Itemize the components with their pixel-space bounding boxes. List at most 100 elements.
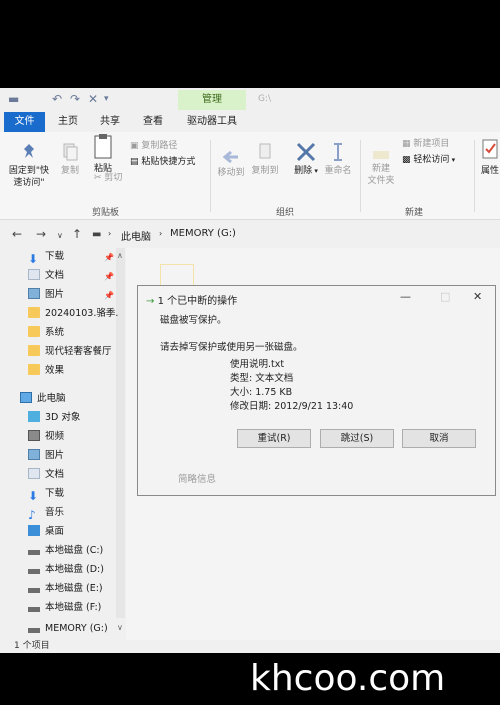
- file-type: 类型: 文本文档: [230, 373, 294, 384]
- pin-icon: 📌: [104, 253, 114, 262]
- document-icon: [28, 468, 40, 479]
- back-arrow-icon[interactable]: ←: [12, 227, 22, 241]
- pictures-icon: [28, 288, 40, 299]
- up-arrow-icon[interactable]: ↑: [72, 227, 82, 241]
- tab-file[interactable]: 文件: [4, 112, 45, 132]
- forward-arrow-icon[interactable]: →: [36, 227, 46, 241]
- file-name: 使用说明.txt: [230, 359, 285, 370]
- sidebar-item-drive-e[interactable]: 本地磁盘 (E:): [28, 580, 118, 598]
- sidebar-item-label: 本地磁盘 (C:): [45, 545, 104, 556]
- tab-drive-tools[interactable]: 驱动器工具: [187, 114, 237, 130]
- cut-button[interactable]: ✂ 剪切: [94, 172, 122, 184]
- sidebar-item-label: 桌面: [45, 526, 65, 537]
- move-to-button[interactable]: 移动到: [216, 150, 246, 179]
- delete-label: 删除: [294, 166, 313, 176]
- sidebar-item-label: 20240103.骆季...: [45, 308, 118, 319]
- computer-icon: [20, 392, 32, 403]
- group-new: 新建: [405, 208, 424, 218]
- maximize-icon: □: [440, 290, 451, 303]
- copy-button[interactable]: 复制: [56, 142, 84, 177]
- 3d-objects-icon: [28, 411, 40, 422]
- fewer-details-link[interactable]: 简略信息: [178, 471, 216, 485]
- sidebar-item-drive-d[interactable]: 本地磁盘 (D:): [28, 561, 118, 579]
- sidebar-item-desktop[interactable]: 桌面: [28, 523, 118, 541]
- redo-icon[interactable]: ↷: [70, 93, 80, 105]
- rename-button[interactable]: 重命名: [322, 142, 354, 177]
- paste-shortcut-button[interactable]: ▤ 粘贴快捷方式: [130, 156, 195, 168]
- breadcrumb-separator-icon: ›: [159, 229, 163, 238]
- easy-access-button[interactable]: ▩ 轻松访问 ▾: [402, 154, 455, 166]
- sidebar-item-documents[interactable]: 文档: [28, 466, 118, 484]
- undo-icon[interactable]: ↶: [52, 93, 62, 105]
- sidebar-item-label: 效果: [45, 365, 65, 376]
- folder-icon: [28, 345, 40, 356]
- folder-icon: [28, 307, 40, 318]
- pin-quick-access-button[interactable]: 固定到"快 速访问": [6, 142, 52, 189]
- skip-button[interactable]: 跳过(S): [320, 429, 394, 448]
- paste-shortcut-label: 粘贴快捷方式: [141, 157, 196, 167]
- close-icon[interactable]: ✕: [473, 290, 482, 303]
- sidebar-item-drive-g[interactable]: MEMORY (G:): [28, 620, 118, 638]
- hard-drive-icon: [28, 588, 40, 593]
- copy-to-button[interactable]: 复制到: [250, 142, 280, 177]
- sidebar-item-drive-f[interactable]: 本地磁盘 (F:): [28, 599, 118, 617]
- sidebar-item-folder[interactable]: 现代轻奢客餐厅: [28, 343, 118, 361]
- tab-view[interactable]: 查看: [143, 114, 163, 130]
- delete-button[interactable]: 删除 ▾: [292, 142, 320, 177]
- delete-icon[interactable]: ✕: [88, 93, 98, 105]
- interrupted-operation-dialog: → 1 个已中断的操作 — □ ✕ 磁盘被写保护。 请去掉写保护或使用另一张磁盘…: [137, 285, 496, 496]
- sidebar-item-label: 下载: [45, 488, 65, 499]
- copy-icon: [63, 143, 78, 161]
- document-icon: [28, 269, 40, 280]
- sidebar-item-label: 本地磁盘 (D:): [45, 564, 104, 575]
- desktop-icon: [28, 525, 40, 536]
- new-item-button[interactable]: ▦ 新建项目: [402, 138, 449, 150]
- sidebar-item-folder[interactable]: 效果: [28, 362, 118, 380]
- sidebar-item-videos[interactable]: 视频: [28, 428, 118, 446]
- breadcrumb-separator-icon: ›: [108, 229, 112, 238]
- sidebar-item-label: 视频: [45, 431, 65, 442]
- properties-button[interactable]: 属性: [478, 138, 500, 177]
- new-folder-button[interactable]: 新建 文件夹: [364, 150, 398, 187]
- sidebar-item-3d-objects[interactable]: 3D 对象: [28, 409, 118, 427]
- sidebar-item-folder[interactable]: 20240103.骆季...: [28, 305, 118, 323]
- sidebar-item-label: 音乐: [45, 507, 65, 518]
- customize-icon[interactable]: ▾: [104, 93, 109, 105]
- recent-dropdown-icon[interactable]: ∨: [57, 229, 63, 243]
- sidebar-item-downloads[interactable]: ⬇ 下载: [28, 485, 118, 503]
- copy-label: 复制: [60, 166, 79, 176]
- sidebar-item-music[interactable]: ♪ 音乐: [28, 504, 118, 522]
- sidebar-item-label: 本地磁盘 (F:): [45, 602, 102, 613]
- tab-share[interactable]: 共享: [100, 114, 120, 130]
- file-size: 大小: 1.75 KB: [230, 387, 293, 398]
- ribbon-tabs: 文件 主页 共享 查看 驱动器工具: [0, 110, 500, 132]
- cut-label: 剪切: [104, 173, 123, 183]
- window-title: G:\: [258, 94, 272, 104]
- paste-button[interactable]: 粘贴: [88, 132, 118, 175]
- file-modified-date: 修改日期: 2012/9/21 13:40: [230, 401, 354, 412]
- dialog-message-primary: 磁盘被写保护。: [160, 315, 227, 326]
- pin-icon: 📌: [104, 272, 114, 281]
- copy-path-button[interactable]: ▣ 复制路径: [130, 140, 177, 152]
- breadcrumb-memory-drive[interactable]: MEMORY (G:): [170, 228, 236, 239]
- dialog-title-text: 1 个已中断的操作: [157, 296, 238, 307]
- cancel-button[interactable]: 取消: [402, 429, 476, 448]
- breadcrumb-this-pc[interactable]: 此电脑: [121, 228, 151, 243]
- window-menu-icon[interactable]: ▬: [8, 93, 19, 105]
- move-to-icon: [222, 150, 238, 164]
- watermark-text: khcoo.com: [250, 658, 446, 699]
- tab-home[interactable]: 主页: [58, 114, 78, 130]
- sidebar-item-pictures[interactable]: 图片: [28, 447, 118, 465]
- sidebar-item-label: 文档: [45, 469, 65, 480]
- ribbon-separator: [210, 140, 211, 212]
- sidebar-item-folder[interactable]: 系统: [28, 324, 118, 342]
- manage-context-tab[interactable]: 管理: [178, 90, 246, 110]
- sidebar-item-this-pc[interactable]: 此电脑: [20, 390, 110, 408]
- sidebar-item-drive-c[interactable]: 本地磁盘 (C:): [28, 542, 118, 560]
- easy-access-label: 轻松访问: [413, 155, 450, 165]
- delete-dropdown-icon[interactable]: ▾: [312, 167, 318, 175]
- easy-access-dropdown-icon: ▾: [449, 156, 456, 164]
- minimize-icon[interactable]: —: [400, 290, 411, 303]
- retry-button[interactable]: 重试(R): [237, 429, 311, 448]
- scissors-icon: ✂: [94, 173, 105, 183]
